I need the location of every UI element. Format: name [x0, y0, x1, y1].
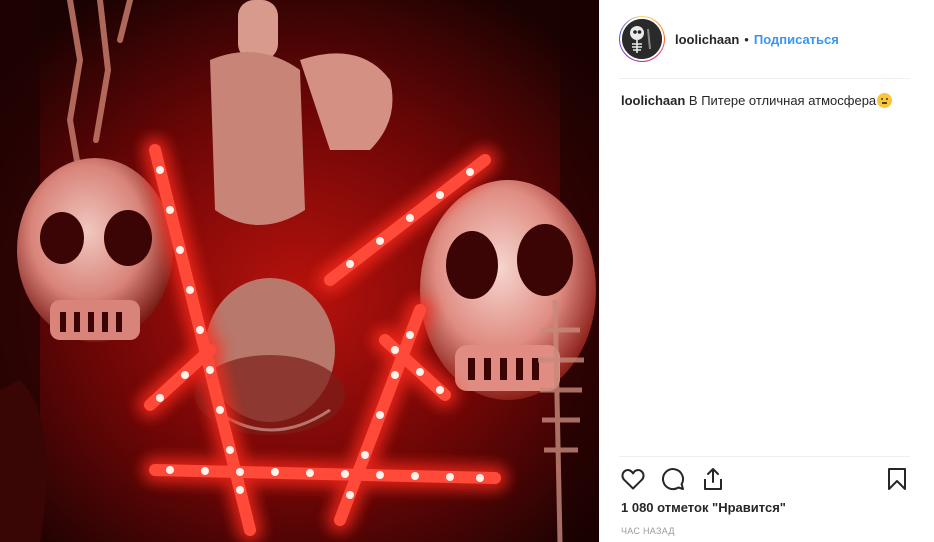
save-button[interactable] [883, 464, 911, 494]
share-upload-icon [704, 468, 722, 490]
post-actions-bar [619, 464, 911, 494]
post-photo[interactable] [0, 0, 599, 542]
header-separator-dot: • [744, 31, 749, 47]
comment-bubble-icon [662, 468, 685, 491]
right-skull [420, 180, 596, 400]
likes-count[interactable]: 1 080 отметок "Нравится" [621, 500, 786, 515]
post-timestamp[interactable]: ЧАС НАЗАД [621, 526, 675, 536]
like-button[interactable] [619, 464, 647, 494]
post-caption: loolichaan В Питере отличная атмосфера [621, 92, 911, 110]
share-button[interactable] [699, 464, 727, 494]
caption-text: В Питере отличная атмосфера [688, 93, 877, 108]
post-author-username[interactable]: loolichaan [675, 32, 739, 47]
caption-username[interactable]: loolichaan [621, 93, 685, 108]
header-divider [619, 78, 910, 79]
smiling-face-emoji-icon [877, 93, 893, 108]
follow-button[interactable]: Подписаться [754, 32, 839, 47]
post-details-panel: loolichaan • Подписаться loolichaan В Пи… [599, 0, 934, 542]
photo-artwork [0, 0, 599, 542]
skeleton-avatar-icon [622, 19, 662, 59]
avatar-story-ring[interactable] [619, 16, 665, 62]
avatar [620, 17, 664, 61]
bookmark-icon [888, 468, 906, 490]
post-header: loolichaan • Подписаться [619, 14, 909, 64]
actions-divider [619, 456, 910, 457]
comment-button[interactable] [659, 464, 687, 494]
heart-outline-icon [621, 469, 645, 490]
